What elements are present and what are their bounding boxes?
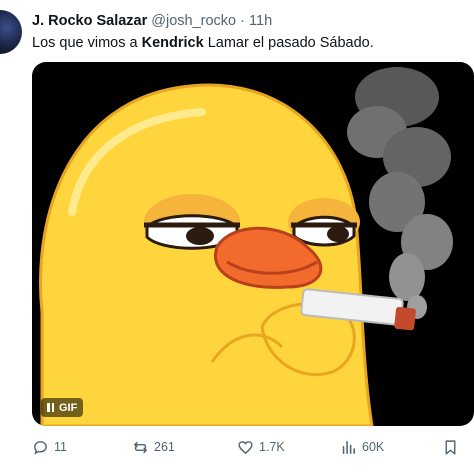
tweet[interactable]: J. Rocko Salazar @josh_rocko · 11h Los q… — [0, 0, 474, 474]
pause-icon[interactable] — [47, 403, 54, 412]
repost-count: 261 — [154, 440, 175, 454]
views-button[interactable]: 60K — [340, 436, 384, 458]
gif-media[interactable]: GIF — [32, 62, 474, 426]
tweet-text-bold: Kendrick — [141, 35, 204, 51]
action-bar: 11 261 1.7K 60K — [32, 436, 474, 458]
tweet-text-part: Lamar el pasado Sábado. — [203, 35, 374, 51]
tweet-text: Los que vimos a Kendrick Lamar el pasado… — [32, 35, 374, 51]
duck — [39, 83, 374, 426]
repost-button[interactable]: 261 — [132, 436, 175, 458]
repost-icon — [133, 441, 148, 453]
like-icon — [238, 440, 253, 454]
avatar[interactable] — [0, 10, 22, 54]
smoke — [347, 67, 453, 319]
tweet-header: J. Rocko Salazar @josh_rocko · 11h — [32, 13, 272, 31]
reply-count: 11 — [54, 440, 67, 454]
views-icon — [342, 440, 355, 454]
timestamp[interactable]: 11h — [249, 13, 272, 29]
bookmark-button[interactable] — [442, 436, 459, 458]
tweet-text-part: Los que vimos a — [32, 35, 142, 51]
gif-label: GIF — [59, 401, 78, 414]
bookmark-icon — [445, 439, 456, 455]
user-handle[interactable]: @josh_rocko — [151, 13, 236, 29]
separator-dot: · — [240, 13, 245, 29]
like-count: 1.7K — [259, 440, 285, 454]
views-count: 60K — [362, 440, 385, 454]
gif-badge[interactable]: GIF — [41, 398, 84, 417]
display-name[interactable]: J. Rocko Salazar — [32, 13, 147, 29]
reply-icon — [34, 440, 47, 455]
reply-button[interactable]: 11 — [32, 436, 67, 458]
smoking-duck-illustration — [39, 67, 453, 426]
like-button[interactable]: 1.7K — [237, 436, 285, 458]
